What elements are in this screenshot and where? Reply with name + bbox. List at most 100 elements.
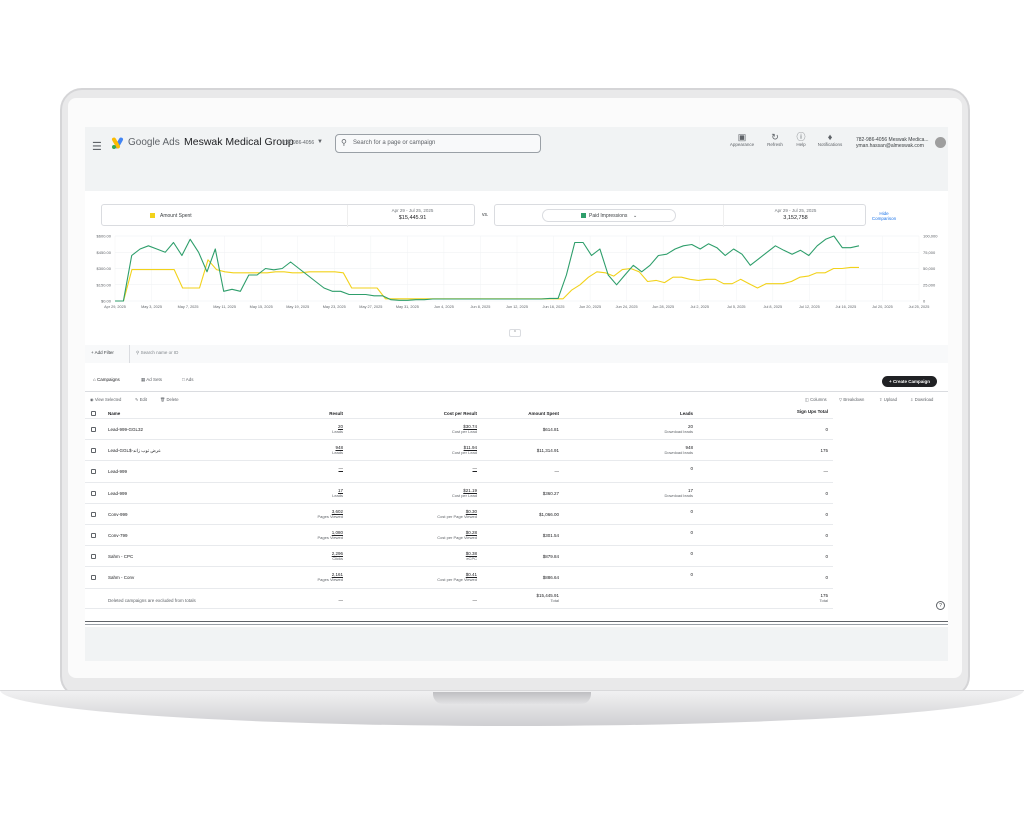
x-tick-label: Jul 25, 2025 xyxy=(909,305,930,309)
metric2-dropdown[interactable]: Paid Impressions ⌄ xyxy=(542,209,676,222)
user-email: yman.hassan@almeswak.com xyxy=(856,143,924,149)
amount-spent: $1,066.00 xyxy=(538,511,559,517)
campaign-name[interactable]: Lead-999-GGL32 xyxy=(108,427,143,432)
sign-ups-total: 0 xyxy=(825,511,828,517)
row-checkbox[interactable] xyxy=(91,448,96,454)
campaign-name[interactable]: Lead-GGL$-عرض توب زاند xyxy=(108,448,161,453)
x-tick-label: May 19, 2025 xyxy=(286,305,309,309)
campaign-name[interactable]: Lead-999 xyxy=(108,469,127,474)
chevron-down-icon: ⌄ xyxy=(633,213,638,219)
account-name[interactable]: Meswak Medical Group xyxy=(184,136,294,148)
appearance-button[interactable]: ▣ Appearance xyxy=(727,132,757,147)
table-row[interactable]: Sahm - Conv 2,161 Pages Viewed $0.41 Cost pe… xyxy=(85,566,833,587)
result-cell: 20 Leads xyxy=(283,424,343,434)
cost-per-result-cell: — xyxy=(385,466,478,471)
edit-button[interactable]: ✎ Edit xyxy=(135,397,147,402)
metric1-label: Amount Spent xyxy=(160,213,192,219)
row-checkbox[interactable] xyxy=(91,469,96,475)
account-dropdown-icon[interactable]: ▼ xyxy=(317,139,323,145)
delete-button[interactable]: 🗑 Delete xyxy=(160,397,179,403)
campaign-name[interactable]: Lead-999 xyxy=(108,491,127,496)
y-left-tick-label: $300.00 xyxy=(97,266,112,271)
column-header-cost-per-result[interactable]: Cost per Result xyxy=(415,411,477,416)
page-footer xyxy=(85,627,948,661)
row-checkbox[interactable] xyxy=(91,427,96,432)
create-campaign-button[interactable]: + Create Campaign xyxy=(882,376,937,387)
metric2-total: 3,152,758 xyxy=(783,215,808,221)
campaign-name[interactable]: Sahm - Conv xyxy=(108,575,134,580)
columns-button[interactable]: ◫ Columns xyxy=(805,397,827,402)
table-row[interactable]: Lead-999 — — — 0 — xyxy=(85,460,833,481)
tab-campaigns[interactable]: ⌂ Campaigns xyxy=(93,377,120,382)
table-row[interactable]: Lead-GGL$-عرض توب زاند 948 Leads $11.94 Cost… xyxy=(85,439,833,460)
search-input[interactable]: ⚲ Search for a page or campaign xyxy=(335,134,541,153)
campaign-name[interactable]: Sahm - CPC xyxy=(108,554,133,559)
result-label: Leads xyxy=(332,492,343,498)
tab-ad-sets[interactable]: ▦ Ad Sets xyxy=(141,377,162,383)
leads-cell: 0 xyxy=(645,509,693,514)
x-tick-label: Jul 5, 2025 xyxy=(727,305,746,309)
table-row[interactable]: Sahm - CPC 2,296 Clicks $0.38 eCPC $879.84 0 0 xyxy=(85,545,833,566)
cost-per-result-label: eCPC xyxy=(466,556,477,562)
account-id[interactable]: 782-986-4056 xyxy=(283,140,314,146)
metric1-swatch xyxy=(150,213,155,218)
hide-comparison-link[interactable]: Hide Comparison xyxy=(871,211,897,221)
column-header-sign-ups-total[interactable]: Sign Ups Total xyxy=(775,409,828,414)
refresh-button[interactable]: ↻ Refresh xyxy=(762,132,788,147)
notifications-button[interactable]: ♦ Notifications xyxy=(813,132,847,147)
help-fab-icon[interactable]: ? xyxy=(936,601,945,610)
download-leads-link[interactable]: Download leads xyxy=(645,450,693,455)
y-right-tick-label: 25,000 xyxy=(923,282,936,287)
tab-ad-sets-label: Ad Sets xyxy=(146,377,163,382)
cost-per-result-cell: $0.30 Cost per Page Viewed xyxy=(385,509,477,519)
row-checkbox[interactable] xyxy=(91,554,96,560)
help-icon: ⓘ xyxy=(796,132,806,142)
amount-spent: — xyxy=(554,469,560,475)
x-tick-label: Jun 16, 2025 xyxy=(543,305,565,309)
metric2-label: Paid Impressions xyxy=(589,213,628,219)
row-checkbox[interactable] xyxy=(91,533,96,538)
footer-spent-label: Total xyxy=(550,597,559,603)
row-checkbox[interactable] xyxy=(91,511,96,517)
y-left-tick-label: $600.00 xyxy=(97,234,112,239)
row-checkbox[interactable] xyxy=(91,490,96,496)
download-leads-link[interactable]: Download leads xyxy=(645,429,693,434)
leads-value: 0 xyxy=(690,572,693,578)
user-info[interactable]: 782-986-4056 Meswak Medica... yman.hassa… xyxy=(856,137,929,149)
table-row[interactable]: Conv-799 1,080 Pages Viewed $0.28 Cost per P… xyxy=(85,524,833,545)
x-tick-label: May 11, 2025 xyxy=(213,305,236,309)
table-row[interactable]: Lead-999-GGL32 20 Leads $30.74 Cost per Lead… xyxy=(85,418,833,439)
view-selected-button[interactable]: ◉ View Selected xyxy=(90,397,121,402)
add-filter-label: Add Filter xyxy=(94,350,114,355)
campaign-name[interactable]: Conv-799 xyxy=(108,533,128,538)
avatar[interactable] xyxy=(935,137,946,148)
x-tick-label: May 15, 2025 xyxy=(250,305,273,309)
brand-name: Google Ads xyxy=(128,137,180,148)
download-leads-link[interactable]: Download leads xyxy=(645,493,693,498)
help-button[interactable]: ⓘ Help xyxy=(790,132,812,147)
metric2-card[interactable]: Paid Impressions ⌄ Apr 29 - Jul 25, 2025… xyxy=(494,204,866,227)
column-header-leads[interactable]: Leads xyxy=(645,411,693,416)
leads-cell: 0 xyxy=(645,572,693,577)
download-button[interactable]: ⇩ Download xyxy=(910,397,933,402)
tab-ads[interactable]: □ Ads xyxy=(182,377,194,382)
table-row[interactable]: Conv-999 3,602 Pages Viewed $0.30 Cost per P… xyxy=(85,502,833,524)
breakdown-button[interactable]: ▽ Breakdown xyxy=(839,397,864,402)
upload-button[interactable]: ⇧ Upload xyxy=(879,397,897,402)
column-header-amount-spent[interactable]: Amount Spent xyxy=(499,411,559,416)
sign-ups-total: 0 xyxy=(825,554,828,560)
menu-icon[interactable]: ☰ xyxy=(92,140,102,153)
add-filter-button[interactable]: + Add Filter xyxy=(91,350,114,355)
row-checkbox[interactable] xyxy=(91,575,96,581)
collapse-chart-button[interactable]: ⌃ xyxy=(509,329,521,337)
select-all-checkbox[interactable] xyxy=(91,411,96,416)
table-row[interactable]: Lead-999 17 Leads $21.19 Cost per Lead $360.2… xyxy=(85,481,833,503)
column-header-name[interactable]: Name xyxy=(108,411,120,416)
cost-per-result-label: Cost per Lead xyxy=(451,492,477,498)
campaign-name[interactable]: Conv-999 xyxy=(108,512,128,517)
cost-per-result-cell: $0.41 Cost per Page Viewed xyxy=(385,572,477,582)
column-header-result[interactable]: Result xyxy=(285,411,343,416)
cost-per-result-label: Cost per Page Viewed xyxy=(437,577,477,583)
filter-search-input[interactable]: ⚲ Search name or ID xyxy=(136,350,178,356)
metric1-card[interactable]: Amount Spent Apr 29 - Jul 25, 2025 $15,4… xyxy=(101,204,475,227)
